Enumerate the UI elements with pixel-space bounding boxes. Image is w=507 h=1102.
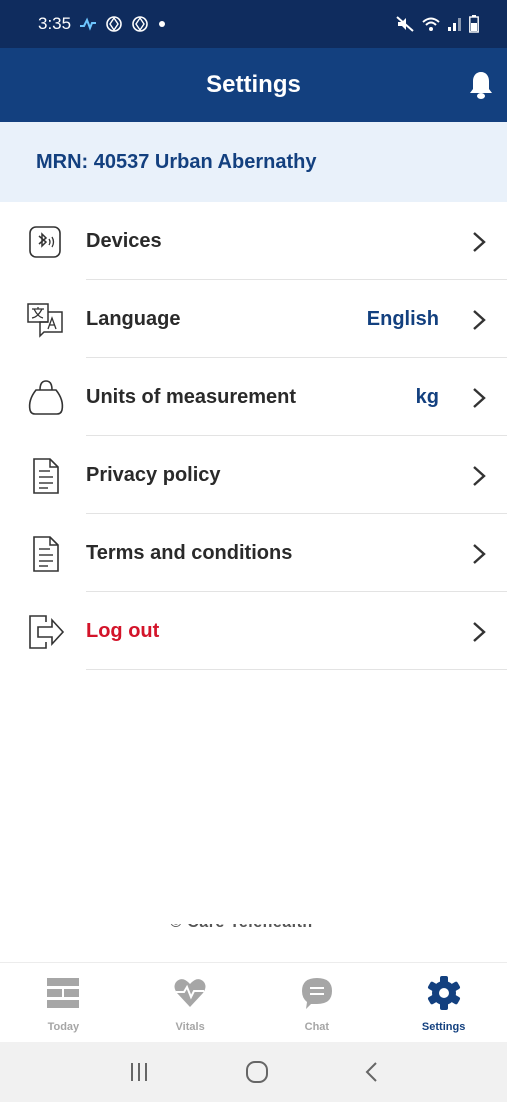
tab-label: Settings <box>421 1021 466 1033</box>
today-grid-icon <box>47 978 80 1008</box>
chevron-right-icon <box>473 310 486 330</box>
tab-label: Vitals <box>175 1021 205 1033</box>
heart-pulse-icon <box>174 979 206 1007</box>
document-icon <box>33 458 59 494</box>
chevron-right-icon <box>473 544 486 564</box>
settings-item-value: English <box>366 307 439 330</box>
tab-today[interactable]: Today <box>0 963 127 1042</box>
recent-apps-icon[interactable] <box>127 1060 151 1084</box>
settings-item-logout[interactable]: Log out <box>0 592 507 670</box>
mute-icon <box>396 16 414 32</box>
settings-item-label: Log out <box>86 619 160 642</box>
app-header: Settings <box>0 48 507 122</box>
settings-item-privacy-policy[interactable]: Privacy policy <box>0 436 507 514</box>
vpn-icon <box>106 16 122 32</box>
vpn-icon <box>132 16 148 32</box>
system-navigation-bar <box>0 1042 507 1102</box>
dot-icon <box>159 21 166 27</box>
settings-list: Devices Language English Units of measur… <box>0 202 507 670</box>
document-icon <box>33 536 59 572</box>
divider <box>86 669 507 670</box>
settings-item-label: Language <box>86 307 181 330</box>
settings-item-terms[interactable]: Terms and conditions <box>0 514 507 592</box>
chevron-right-icon <box>473 466 486 486</box>
weight-icon <box>28 380 64 415</box>
translate-icon <box>27 303 63 338</box>
footer-text: © Care Telehealth <box>170 924 350 932</box>
footer-partial-text: © Care Telehealth <box>170 924 350 938</box>
home-icon[interactable] <box>244 1059 270 1085</box>
settings-item-language[interactable]: Language English <box>0 280 507 358</box>
settings-item-devices[interactable]: Devices <box>0 202 507 280</box>
wifi-icon <box>422 17 440 31</box>
battery-icon <box>469 15 479 33</box>
settings-item-label: Terms and conditions <box>86 541 293 564</box>
status-left: 3:35 <box>38 14 167 34</box>
gear-icon <box>427 976 460 1010</box>
bottom-tab-bar: Today Vitals Chat Settings <box>0 962 507 1042</box>
tab-chat[interactable]: Chat <box>254 963 381 1042</box>
settings-item-units[interactable]: Units of measurement kg <box>0 358 507 436</box>
chat-bubble-icon <box>301 978 332 1009</box>
tab-label: Chat <box>304 1021 330 1033</box>
activity-icon <box>80 17 97 31</box>
tab-vitals[interactable]: Vitals <box>127 963 254 1042</box>
logout-icon <box>29 615 65 649</box>
patient-mrn: MRN: 40537 Urban Abernathy <box>36 150 317 173</box>
chevron-right-icon <box>473 388 486 408</box>
tab-settings[interactable]: Settings <box>380 963 507 1042</box>
bluetooth-device-icon <box>29 226 61 258</box>
patient-mrn-bar: MRN: 40537 Urban Abernathy <box>0 122 507 202</box>
chevron-right-icon <box>473 232 486 252</box>
tab-label: Today <box>47 1021 80 1033</box>
status-bar: 3:35 <box>0 0 507 48</box>
signal-icon <box>448 18 461 31</box>
settings-item-label: Devices <box>86 229 162 252</box>
bell-icon[interactable] <box>467 70 495 100</box>
status-time: 3:35 <box>38 14 72 33</box>
chevron-right-icon <box>473 622 486 642</box>
page-title: Settings <box>206 71 301 98</box>
status-right <box>395 15 479 33</box>
back-icon[interactable] <box>363 1060 381 1084</box>
settings-item-label: Units of measurement <box>86 385 297 408</box>
settings-item-label: Privacy policy <box>86 463 221 486</box>
settings-item-value: kg <box>415 385 439 408</box>
